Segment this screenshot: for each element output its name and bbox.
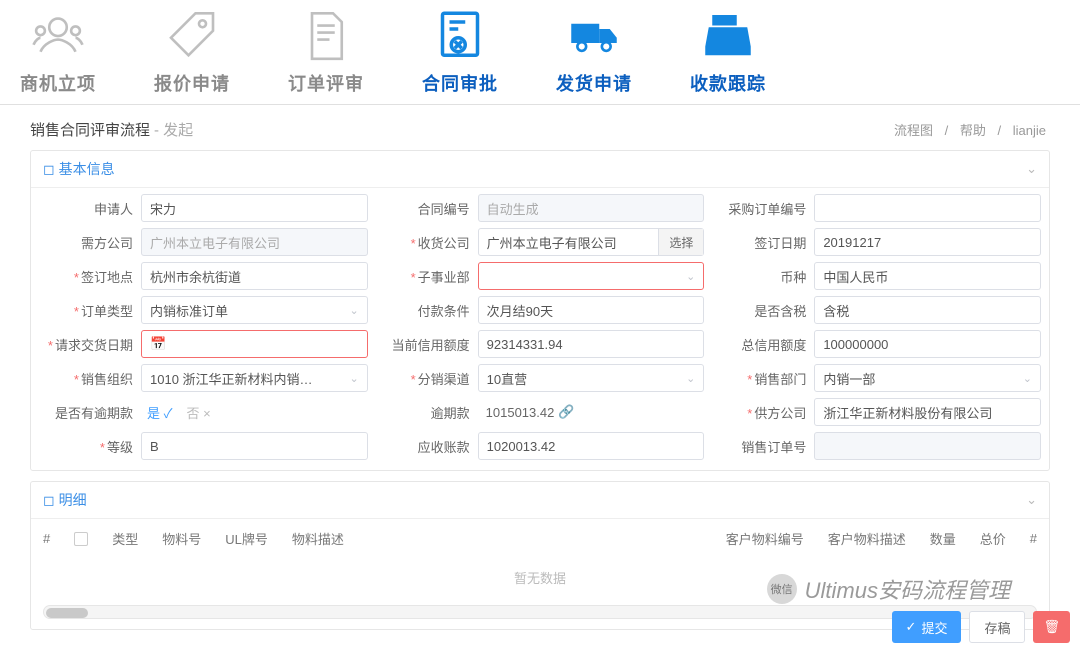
label-channel: *分销渠道 (368, 369, 478, 388)
step-contract-approval[interactable]: 合同审批 (422, 8, 498, 96)
breadcrumb: 流程图 / 帮助 / lianjie (890, 120, 1050, 139)
label-sales-order: 销售订单号 (704, 437, 814, 456)
chevron-down-icon: ⌄ (1026, 161, 1037, 177)
label-order-type: *订单类型 (31, 301, 141, 320)
label-sub-bu: *子事业部 (368, 267, 478, 286)
document-icon (298, 8, 354, 64)
scrollbar-thumb[interactable] (46, 608, 88, 618)
grade-input[interactable] (141, 432, 368, 460)
label-grade: *等级 (31, 437, 141, 456)
label-sales-org: *销售组织 (31, 369, 141, 388)
label-overdue: 逾期款 (368, 403, 478, 422)
step-opportunity[interactable]: 商机立项 (20, 8, 96, 96)
step-order-review[interactable]: 订单评审 (288, 8, 364, 96)
chevron-down-icon: ⌄ (686, 372, 695, 385)
channel-select[interactable]: 10直营⌄ (478, 364, 705, 392)
tax-input[interactable] (814, 296, 1041, 324)
total-credit-input[interactable] (814, 330, 1041, 358)
overdue-link[interactable]: 1015013.42🔗 (478, 398, 705, 426)
label-currency: 币种 (704, 267, 814, 286)
submit-button[interactable]: ✓提交 (892, 611, 962, 643)
label-applicant: 申请人 (31, 199, 141, 218)
step-quote[interactable]: 报价申请 (154, 8, 230, 96)
chevron-down-icon: ⌄ (1023, 372, 1032, 385)
calendar-icon: 📅 (150, 336, 166, 352)
overdue-flag-radio[interactable]: 是 ✓否 × (141, 398, 368, 426)
delivery-date-input[interactable]: 📅 (141, 330, 368, 358)
label-supplier: *供方公司 (704, 403, 814, 422)
label-sales-dept: *销售部门 (704, 369, 814, 388)
step-shipping[interactable]: 发货申请 (556, 8, 632, 96)
order-type-select[interactable]: 内销标准订单⌄ (141, 296, 368, 324)
chevron-down-icon: ⌄ (349, 372, 358, 385)
detail-header[interactable]: ◻ 明细 ⌄ (31, 482, 1049, 519)
opportunity-icon (30, 8, 86, 64)
workflow-steps-bar: 商机立项 报价申请 订单评审 合同审批 发货申请 收款跟踪 (0, 0, 1080, 105)
select-all-checkbox[interactable] (74, 532, 88, 546)
chevron-down-icon: ⌄ (349, 304, 358, 317)
panel-icon: ◻ (43, 492, 55, 509)
buyer-input: 广州本立电子有限公司 (141, 228, 368, 256)
crumb-flowchart[interactable]: 流程图 (894, 123, 933, 138)
detail-table-header: # 类型 物料号 UL牌号 物料描述 客户物料编号 客户物料描述 数量 总价 # (43, 519, 1037, 554)
label-purchase-no: 采购订单编号 (704, 199, 814, 218)
chevron-down-icon: ⌄ (686, 270, 695, 283)
cur-credit-input[interactable] (478, 330, 705, 358)
label-receivable: 应收账款 (368, 437, 478, 456)
delete-button[interactable]: 🗑 (1033, 611, 1070, 643)
no-data-text: 暂无数据 (43, 554, 1037, 601)
chevron-down-icon: ⌄ (1026, 492, 1037, 508)
label-sign-date: 签订日期 (704, 233, 814, 252)
sub-bu-select[interactable]: ⌄ (478, 262, 705, 290)
detail-panel: ◻ 明细 ⌄ # 类型 物料号 UL牌号 物料描述 客户物料编号 客户物料描述 … (30, 481, 1050, 630)
panel-icon: ◻ (43, 161, 55, 178)
step-payment[interactable]: 收款跟踪 (690, 8, 766, 96)
page-title-bar: 销售合同评审流程 - 发起 流程图 / 帮助 / lianjie (30, 113, 1050, 150)
truck-icon (566, 8, 622, 64)
basic-info-panel: ◻ 基本信息 ⌄ 申请人 合同编号自动生成 采购订单编号 需方公司广州本立电子有… (30, 150, 1050, 471)
sign-place-input[interactable] (141, 262, 368, 290)
purchase-no-input[interactable] (814, 194, 1041, 222)
contract-icon (432, 8, 488, 64)
tag-icon (164, 8, 220, 64)
trash-icon: 🗑 (1043, 619, 1060, 635)
receiver-input[interactable]: 广州本立电子有限公司选择 (478, 228, 705, 256)
label-overdue-flag: 是否有逾期款 (31, 403, 141, 422)
label-contract-no: 合同编号 (368, 199, 478, 218)
label-pay-terms: 付款条件 (368, 301, 478, 320)
horizontal-scrollbar[interactable] (43, 605, 1037, 619)
label-sign-place: *签订地点 (31, 267, 141, 286)
sales-dept-select[interactable]: 内销一部⌄ (814, 364, 1041, 392)
basic-info-header[interactable]: ◻ 基本信息 ⌄ (31, 151, 1049, 188)
label-tax: 是否含税 (704, 301, 814, 320)
receiver-select-button[interactable]: 选择 (658, 229, 703, 255)
pay-terms-input[interactable] (478, 296, 705, 324)
draft-button[interactable]: 存稿 (969, 611, 1025, 643)
label-delivery-date: *请求交货日期 (31, 335, 141, 354)
label-receiver: *收货公司 (368, 233, 478, 252)
label-total-credit: 总信用额度 (704, 335, 814, 354)
receivable-input[interactable] (478, 432, 705, 460)
page-subtitle: - 发起 (154, 119, 193, 140)
cash-register-icon (700, 8, 756, 64)
page-title: 销售合同评审流程 (30, 119, 150, 140)
label-cur-credit: 当前信用额度 (368, 335, 478, 354)
sign-date-input[interactable] (814, 228, 1041, 256)
contract-no-input: 自动生成 (478, 194, 705, 222)
supplier-input[interactable] (814, 398, 1041, 426)
check-icon: ✓ (906, 619, 917, 635)
crumb-lianjie[interactable]: lianjie (1013, 123, 1046, 138)
link-icon: 🔗 (558, 404, 574, 420)
crumb-help[interactable]: 帮助 (960, 123, 986, 138)
sales-order-input (814, 432, 1041, 460)
applicant-input[interactable] (141, 194, 368, 222)
label-buyer: 需方公司 (31, 233, 141, 252)
currency-input[interactable] (814, 262, 1041, 290)
sales-org-select[interactable]: 1010 浙江华正新材料内销销售组织⌄ (141, 364, 368, 392)
